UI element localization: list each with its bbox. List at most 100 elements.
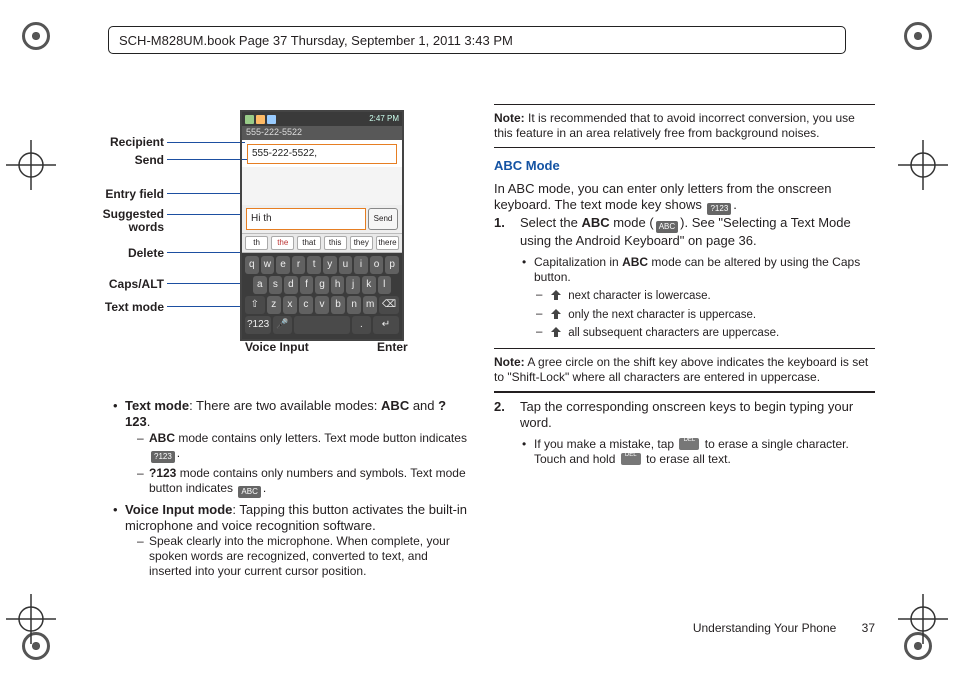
suggestion[interactable]: the: [271, 236, 294, 250]
bullet-capitalization: Capitalization in ABC mode can be altere…: [520, 255, 875, 340]
key[interactable]: i: [354, 256, 368, 274]
recipient-bar: 555-222-5522: [242, 126, 402, 140]
callout-enter: Enter: [377, 340, 408, 355]
rule: [494, 147, 875, 148]
step-2: Tap the corresponding onscreen keys to b…: [494, 399, 875, 468]
key[interactable]: s: [269, 276, 283, 294]
shift-filled-icon: [550, 307, 563, 320]
key[interactable]: w: [261, 256, 275, 274]
suggestion[interactable]: there: [376, 236, 399, 250]
note-conversion: Note: It is recommended that to avoid in…: [494, 111, 875, 141]
key[interactable]: a: [253, 276, 267, 294]
callout-entry-field: Entry field: [99, 187, 164, 202]
callout-text-mode: Text mode: [99, 300, 164, 315]
delete-key[interactable]: ⌫: [379, 296, 399, 314]
key[interactable]: l: [378, 276, 392, 294]
key[interactable]: g: [315, 276, 329, 294]
rule: [494, 104, 875, 105]
key[interactable]: e: [276, 256, 290, 274]
callout-delete: Delete: [99, 246, 164, 261]
bullet-mistake: If you make a mistake, tap to erase a si…: [520, 437, 875, 467]
text-mode-icon: ABC: [656, 221, 678, 233]
period-key[interactable]: .: [352, 316, 371, 334]
frame-header-text: SCH-M828UM.book Page 37 Thursday, Septem…: [119, 33, 513, 48]
callout-caps-alt: Caps/ALT: [99, 277, 164, 292]
suggestion[interactable]: that: [297, 236, 320, 250]
text-mode-icon: ?123: [151, 451, 175, 463]
delete-key-icon: [621, 453, 641, 465]
key[interactable]: k: [362, 276, 376, 294]
voice-input-key[interactable]: 🎤: [273, 316, 292, 334]
frame-header: SCH-M828UM.book Page 37 Thursday, Septem…: [108, 26, 846, 54]
sub-abc-mode: ABC mode contains only letters. Text mod…: [137, 431, 468, 463]
key[interactable]: v: [315, 296, 329, 314]
suggestion[interactable]: th: [245, 236, 268, 250]
callout-suggested-l2: words: [85, 220, 164, 235]
note-shift-lock: Note: A gree circle on the shift key abo…: [494, 355, 875, 385]
key[interactable]: b: [331, 296, 345, 314]
status-bar: 2:47 PM: [242, 112, 402, 126]
registration-mark-icon: [904, 22, 932, 50]
entry-input[interactable]: Hi th: [246, 208, 366, 230]
key[interactable]: t: [307, 256, 321, 274]
text-mode-icon: ?123: [707, 203, 731, 215]
key[interactable]: x: [283, 296, 297, 314]
key[interactable]: f: [300, 276, 314, 294]
key[interactable]: r: [292, 256, 306, 274]
crop-mark-icon: [898, 140, 948, 190]
key[interactable]: u: [339, 256, 353, 274]
delete-key-icon: [679, 438, 699, 450]
key[interactable]: n: [347, 296, 361, 314]
footer-page-number: 37: [862, 621, 875, 635]
space-key[interactable]: [294, 316, 350, 334]
shift-lock-icon: [550, 325, 563, 338]
key[interactable]: p: [385, 256, 399, 274]
crop-mark-icon: [898, 594, 948, 644]
key[interactable]: q: [245, 256, 259, 274]
footer-section: Understanding Your Phone: [693, 621, 836, 635]
rule: [494, 348, 875, 349]
suggestion[interactable]: they: [350, 236, 373, 250]
section-header-abc-mode: ABC Mode: [494, 158, 875, 174]
page-footer: Understanding Your Phone 37: [693, 621, 875, 636]
key[interactable]: o: [370, 256, 384, 274]
sub-caps-lower: next character is lowercase.: [534, 288, 875, 303]
sub-caps-next-upper: only the next character is uppercase.: [534, 307, 875, 322]
key[interactable]: z: [267, 296, 281, 314]
suggestion[interactable]: this: [324, 236, 347, 250]
key[interactable]: d: [284, 276, 298, 294]
callout-line: [167, 283, 249, 284]
recipient-input[interactable]: 555-222-5522,: [247, 144, 397, 164]
sub-speak-clearly: Speak clearly into the microphone. When …: [137, 534, 468, 579]
bullet-text-mode: Text mode: There are two available modes…: [113, 398, 468, 498]
sub-123-mode: ?123 mode contains only numbers and symb…: [137, 466, 468, 498]
callout-send: Send: [99, 153, 164, 168]
enter-key[interactable]: ↵: [373, 316, 399, 334]
message-area: [242, 167, 402, 205]
callout-voice-input: Voice Input: [245, 340, 309, 355]
crop-mark-icon: [6, 140, 56, 190]
callout-line: [167, 214, 247, 215]
shift-outline-icon: [550, 288, 563, 301]
sub-caps-all-upper: all subsequent characters are uppercase.: [534, 325, 875, 340]
key[interactable]: h: [331, 276, 345, 294]
bullet-voice-input: Voice Input mode: Tapping this button ac…: [113, 502, 468, 580]
abc-intro: In ABC mode, you can enter only letters …: [494, 181, 875, 215]
key[interactable]: j: [346, 276, 360, 294]
callout-recipient: Recipient: [99, 135, 164, 150]
callout-line: [167, 306, 249, 307]
send-button[interactable]: Send: [368, 208, 398, 230]
registration-mark-icon: [22, 22, 50, 50]
key[interactable]: y: [323, 256, 337, 274]
text-mode-key[interactable]: ?123: [245, 316, 271, 334]
suggestion-row: th the that this they there: [242, 233, 402, 253]
callout-line: [167, 193, 247, 194]
status-time: 2:47 PM: [369, 114, 399, 124]
crop-mark-icon: [6, 594, 56, 644]
key[interactable]: c: [299, 296, 313, 314]
callout-line: [167, 142, 245, 143]
shift-key[interactable]: ⇧: [245, 296, 265, 314]
step-1: Select the ABC mode (ABC). See "Selectin…: [494, 215, 875, 340]
phone-screenshot: 2:47 PM 555-222-5522 555-222-5522, Hi th…: [240, 110, 405, 341]
key[interactable]: m: [363, 296, 377, 314]
